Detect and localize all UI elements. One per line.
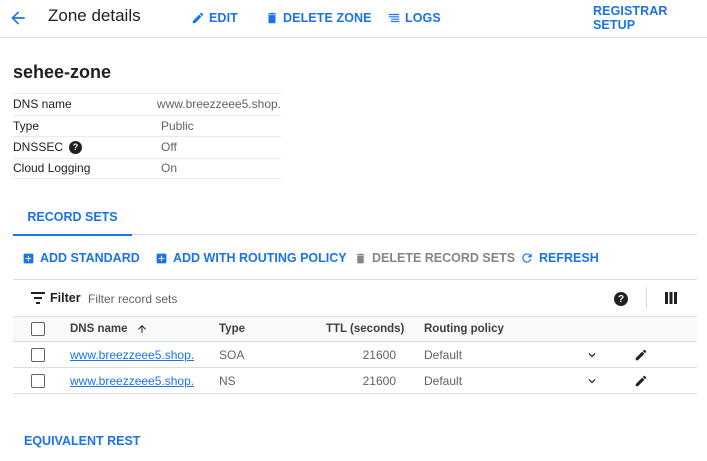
dns-name-cell: www.breezzeee5.shop. <box>70 368 194 393</box>
row-select-cell <box>31 342 45 367</box>
refresh-icon <box>520 251 539 265</box>
property-row-dnssec: DNSSEC ? Off <box>13 136 281 158</box>
dns-name-cell: www.breezzeee5.shop. <box>70 342 194 367</box>
column-header-label: DNS name <box>70 323 128 335</box>
expand-chevron-icon[interactable] <box>585 368 599 393</box>
property-value: Public <box>161 118 194 133</box>
add-routing-policy-label: ADD WITH ROUTING POLICY <box>173 251 347 265</box>
property-value: www.breezzeee5.shop. <box>156 97 281 112</box>
refresh-label: REFRESH <box>539 251 599 265</box>
logs-icon <box>387 11 405 25</box>
refresh-button[interactable]: REFRESH <box>520 249 599 267</box>
divider <box>646 287 647 309</box>
select-all-checkbox[interactable] <box>31 322 45 336</box>
top-app-bar: Zone details EDIT DELETE ZONE LOGS REGIS… <box>0 0 707 38</box>
sort-ascending-icon[interactable] <box>136 323 148 335</box>
filter-bar: Filter ? <box>13 281 697 317</box>
delete-record-sets-label: DELETE RECORD SETS <box>372 251 516 265</box>
column-header-ttl[interactable]: TTL (seconds) <box>326 317 404 341</box>
edit-label: EDIT <box>209 11 238 25</box>
table-row: www.breezzeee5.shop. NS 21600 Default <box>13 368 697 394</box>
record-actions-bar: ADD STANDARD ADD WITH ROUTING POLICY DEL… <box>13 236 697 280</box>
edit-button[interactable]: EDIT <box>191 9 238 27</box>
property-label: Cloud Logging <box>13 161 91 176</box>
property-row-cloud-logging: Cloud Logging On <box>13 157 281 179</box>
zone-name: sehee-zone <box>13 62 112 82</box>
delete-zone-label: DELETE ZONE <box>283 11 372 25</box>
trash-icon <box>265 11 283 25</box>
tab-record-sets[interactable]: RECORD SETS <box>13 198 132 236</box>
column-header-type[interactable]: Type <box>219 317 245 341</box>
row-checkbox[interactable] <box>31 373 45 388</box>
ttl-cell: 21600 <box>362 347 396 362</box>
property-label: Type <box>13 118 40 133</box>
filter-label: Filter <box>50 291 81 305</box>
property-label-dnssec: DNSSEC ? <box>13 140 161 154</box>
row-checkbox[interactable] <box>31 347 45 362</box>
help-icon[interactable]: ? <box>69 140 83 154</box>
edit-pencil-icon[interactable] <box>634 342 648 367</box>
type-cell: NS <box>219 373 236 388</box>
table-row: www.breezzeee5.shop. SOA 21600 Default <box>13 342 697 368</box>
back-arrow-icon[interactable] <box>8 8 28 28</box>
add-standard-button[interactable]: ADD STANDARD <box>22 249 140 267</box>
page-title: Zone details <box>48 6 141 25</box>
dns-name-link[interactable]: www.breezzeee5.shop. <box>70 348 194 362</box>
registrar-setup-label: REGISTRAR SETUP <box>593 4 668 32</box>
registrar-setup-button[interactable]: REGISTRAR SETUP <box>593 4 707 32</box>
add-routing-policy-button[interactable]: ADD WITH ROUTING POLICY <box>155 249 347 267</box>
property-row-dns-name: DNS name www.breezzeee5.shop. <box>13 93 281 115</box>
edit-pencil-icon[interactable] <box>634 368 648 393</box>
pencil-icon <box>191 11 209 25</box>
column-header-routing-policy[interactable]: Routing policy <box>424 317 504 341</box>
logs-label: LOGS <box>405 11 441 25</box>
column-header-dns-name[interactable]: DNS name <box>70 317 148 341</box>
select-all-cell <box>31 317 45 341</box>
table-header: DNS name Type TTL (seconds) Routing poli… <box>13 317 697 342</box>
add-box-icon <box>22 252 40 265</box>
filter-input[interactable] <box>88 289 388 309</box>
ttl-cell: 21600 <box>362 373 396 388</box>
routing-policy-cell: Default <box>424 373 463 388</box>
routing-policy-cell: Default <box>424 347 463 362</box>
property-label: DNS name <box>13 97 72 112</box>
filter-icon <box>31 292 45 304</box>
type-cell: SOA <box>219 347 245 362</box>
row-select-cell <box>31 368 45 393</box>
delete-zone-button[interactable]: DELETE ZONE <box>265 9 372 27</box>
add-standard-label: ADD STANDARD <box>40 251 140 265</box>
tab-bar: RECORD SETS <box>13 198 697 236</box>
add-box-icon <box>155 252 173 265</box>
equivalent-rest-link[interactable]: EQUIVALENT REST <box>24 434 140 448</box>
tab-label: RECORD SETS <box>27 209 118 224</box>
help-icon[interactable]: ? <box>614 292 628 306</box>
trash-icon <box>354 252 372 265</box>
property-value: Off <box>161 140 177 155</box>
expand-chevron-icon[interactable] <box>585 342 599 367</box>
property-label: DNSSEC <box>13 140 64 155</box>
delete-record-sets-button[interactable]: DELETE RECORD SETS <box>354 249 515 267</box>
logs-button[interactable]: LOGS <box>387 9 441 27</box>
column-display-icon[interactable] <box>665 292 677 304</box>
property-value: On <box>161 161 178 176</box>
property-row-type: Type Public <box>13 114 281 137</box>
record-sets-table: DNS name Type TTL (seconds) Routing poli… <box>13 317 697 394</box>
dns-name-link[interactable]: www.breezzeee5.shop. <box>70 374 194 388</box>
zone-properties: DNS name www.breezzeee5.shop. Type Publi… <box>13 93 281 179</box>
